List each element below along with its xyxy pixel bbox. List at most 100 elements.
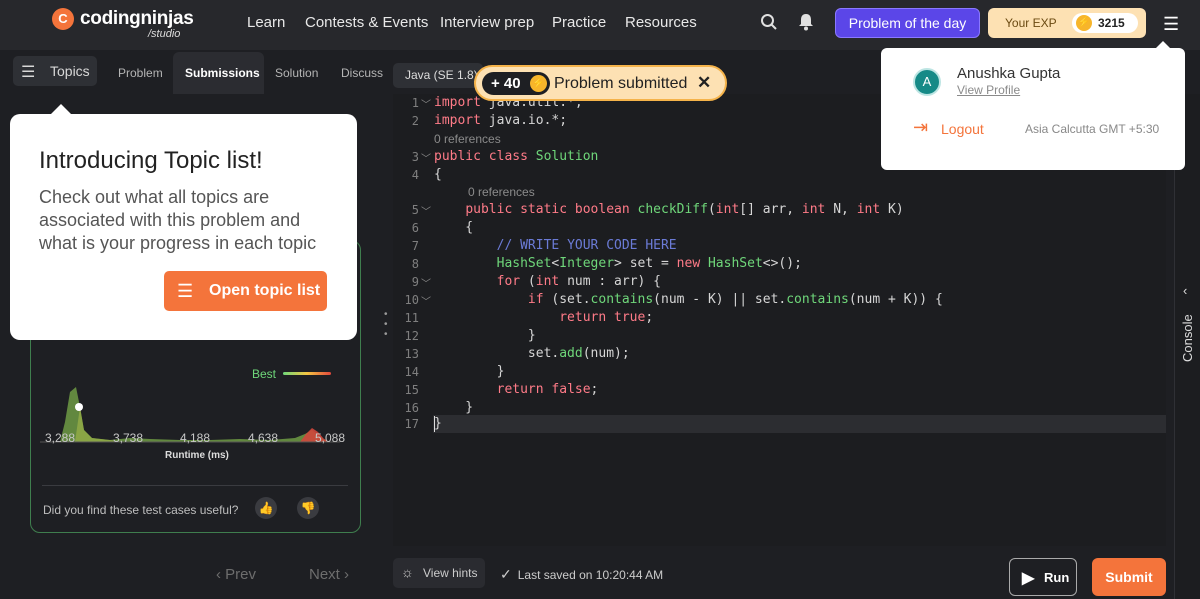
topic-list-tooltip: Introducing Topic list! Check out what a…: [10, 104, 357, 340]
points-chip: + 40 ⚡: [482, 72, 550, 95]
open-topic-list-label: Open topic list: [209, 282, 321, 299]
list-icon: ☰: [177, 281, 194, 301]
divider: [42, 485, 348, 486]
tooltip-title: Introducing Topic list!: [39, 147, 263, 174]
console-label[interactable]: Console: [1180, 314, 1195, 362]
code-lens-references[interactable]: 0 references: [434, 132, 501, 146]
list-icon: ☰: [21, 64, 36, 81]
line-number: 2: [411, 114, 419, 128]
check-icon: ✓: [500, 566, 512, 582]
logout-link[interactable]: Logout: [941, 121, 984, 137]
tab-submissions[interactable]: Submissions: [185, 66, 260, 80]
prev-label: Prev: [225, 566, 257, 583]
language-select[interactable]: Java (SE 1.8): [393, 63, 483, 88]
play-icon: ▶: [1022, 570, 1035, 587]
next-button[interactable]: Next ›: [309, 566, 349, 583]
tab-discuss[interactable]: Discuss: [341, 66, 383, 80]
lightning-icon: ⚡: [1076, 15, 1092, 31]
nav-interview-prep[interactable]: Interview prep: [440, 14, 534, 31]
prev-button[interactable]: ‹ Prev: [216, 566, 256, 583]
fold-icon[interactable]: ﹀: [421, 275, 431, 290]
run-label: Run: [1044, 570, 1070, 585]
exp-label: Your EXP: [1005, 16, 1057, 30]
profile-dropdown: A Anushka Gupta View Profile ⇥ Logout As…: [881, 41, 1185, 170]
line-number: 10: [404, 293, 419, 307]
close-icon[interactable]: ✕: [697, 73, 711, 93]
next-label: Next: [309, 566, 340, 583]
line-number: 1: [411, 96, 419, 110]
chevron-left-icon[interactable]: ‹: [1183, 283, 1187, 298]
menu-icon[interactable]: ☰: [1163, 14, 1179, 35]
view-profile-link[interactable]: View Profile: [957, 83, 1020, 97]
run-button[interactable]: ▶ Run: [1009, 558, 1077, 596]
line-number: 17: [404, 417, 419, 431]
logo-icon: C: [52, 8, 74, 30]
code-line: for (int num : arr) {: [496, 274, 661, 289]
code-line: }: [434, 364, 505, 379]
fold-icon[interactable]: ﹀: [421, 293, 431, 308]
exp-badge[interactable]: Your EXP ⚡ 3215: [988, 8, 1146, 38]
logout-icon[interactable]: ⇥: [913, 117, 928, 138]
tab-problem[interactable]: Problem: [118, 66, 163, 80]
line-number: 15: [404, 383, 419, 397]
x-tick: 4,638: [248, 431, 279, 445]
open-topic-list-button[interactable]: ☰ Open topic list: [164, 271, 327, 311]
tab-solution[interactable]: Solution: [275, 66, 318, 80]
code-line: set.add(num);: [434, 346, 630, 361]
nav-practice[interactable]: Practice: [552, 14, 606, 31]
nav-resources[interactable]: Resources: [625, 14, 697, 31]
code-line: import java.io.*;: [434, 113, 568, 128]
fold-icon[interactable]: ﹀: [421, 150, 431, 165]
logo-text: codingninjas: [80, 8, 194, 29]
nav-learn[interactable]: Learn: [247, 14, 285, 31]
line-number: 8: [411, 257, 419, 271]
x-axis-label: Runtime (ms): [165, 450, 229, 461]
code-line: HashSet<Integer> set = new HashSet<>();: [496, 256, 802, 271]
code-line: return false;: [496, 382, 599, 397]
problem-of-the-day-button[interactable]: Problem of the day: [835, 8, 980, 38]
code-line: {: [434, 167, 442, 182]
code-line: if (set.contains(num - K) || set.contain…: [527, 292, 943, 307]
view-hints-label: View hints: [423, 566, 478, 580]
submission-toast: + 40 ⚡ Problem submitted ✕: [474, 65, 727, 101]
timezone-text: Asia Calcutta GMT +5:30: [1025, 122, 1160, 136]
code-line: // WRITE YOUR CODE HERE: [496, 238, 677, 253]
line-number: 11: [404, 311, 419, 325]
legend-best-label: Best: [252, 367, 277, 381]
line-number: 9: [411, 275, 419, 289]
line-number: 7: [411, 239, 419, 253]
thumbs-down-icon[interactable]: 👎: [297, 497, 319, 519]
exp-chip: ⚡ 3215: [1072, 13, 1138, 33]
lightning-icon: ⚡: [530, 75, 547, 92]
submit-button[interactable]: Submit: [1092, 558, 1166, 596]
search-icon[interactable]: [760, 13, 778, 36]
nav-contests-events[interactable]: Contests & Events: [305, 14, 428, 31]
bell-icon[interactable]: [798, 13, 814, 36]
code-line: }: [434, 328, 536, 343]
logo[interactable]: C codingninjas /studio: [52, 8, 194, 42]
code-line: }: [434, 400, 474, 415]
topics-button[interactable]: ☰ Topics: [13, 56, 97, 86]
logo-subtext: /studio: [148, 28, 181, 40]
last-saved-status: ✓ Last saved on 10:20:44 AM: [500, 566, 663, 583]
code-line: }: [434, 416, 442, 431]
code-lens-references[interactable]: 0 references: [468, 185, 535, 199]
thumbs-up-icon[interactable]: 👍: [255, 497, 277, 519]
panel-resize-handle[interactable]: • • •: [384, 310, 388, 340]
fold-icon[interactable]: ﹀: [421, 96, 431, 111]
tooltip-caret: [50, 104, 72, 115]
x-tick: 3,738: [113, 431, 144, 445]
fold-icon[interactable]: ﹀: [421, 203, 431, 218]
toast-message: Problem submitted: [554, 75, 688, 92]
code-line: {: [434, 220, 474, 235]
avatar[interactable]: A: [913, 68, 941, 96]
legend-gradient: [283, 372, 331, 375]
line-number: 4: [411, 168, 419, 182]
feedback-question: Did you find these test cases useful?: [43, 503, 239, 517]
exp-value: 3215: [1098, 16, 1125, 30]
topics-label: Topics: [50, 63, 90, 79]
code-line: return true;: [559, 310, 654, 325]
view-hints-button[interactable]: ☼ View hints: [393, 558, 485, 588]
line-number: 6: [411, 221, 419, 235]
line-number: 12: [404, 329, 419, 343]
